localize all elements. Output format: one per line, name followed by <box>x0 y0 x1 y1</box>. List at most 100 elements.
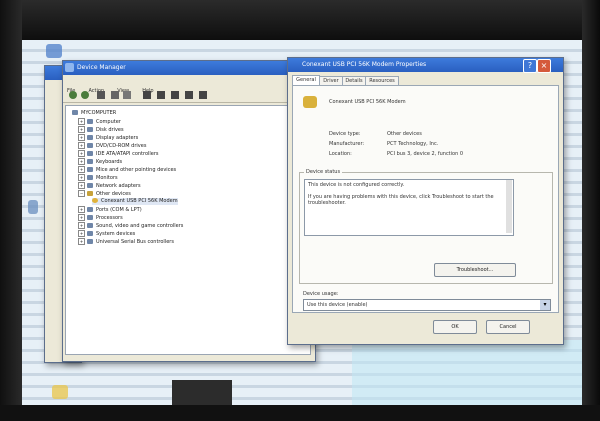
device-tree: MYCOMPUTER + Computer + Disk drives + Displ… <box>65 105 311 355</box>
tree-item-label: Processors <box>96 215 123 221</box>
ok-button[interactable]: OK <box>433 320 477 334</box>
device-manager-title: Device Manager <box>77 64 126 71</box>
expand-icon: + <box>78 158 85 165</box>
tree-item-label: Ports (COM & LPT) <box>96 207 142 213</box>
tree-root[interactable]: MYCOMPUTER <box>72 110 116 117</box>
status-scrollbar[interactable] <box>506 180 512 233</box>
sound-icon <box>87 223 93 228</box>
device-manager-window[interactable]: Device Manager File Action View Help <box>62 60 316 362</box>
tree-item-label: Network adapters <box>96 183 141 189</box>
expand-icon: + <box>78 118 85 125</box>
chevron-down-icon[interactable]: ▾ <box>540 300 550 310</box>
help-button[interactable]: ? <box>523 59 537 73</box>
location-value: PCI bus 3, device 2, function 0 <box>387 151 464 157</box>
up-icon[interactable] <box>97 91 105 99</box>
cdrom-icon <box>87 143 93 148</box>
background-object <box>172 380 232 405</box>
tree-item-label: Keyboards <box>96 159 123 165</box>
desktop: Device Manager File Action View Help <box>22 40 582 405</box>
device-type-value: Other devices <box>387 131 422 137</box>
keyboard-icon <box>87 159 93 164</box>
device-status-group: Device status This device is not configu… <box>299 169 553 284</box>
device-usage-label: Device usage: <box>303 291 339 297</box>
mouse-icon <box>87 167 93 172</box>
tree-item-dvd[interactable]: + DVD/CD-ROM drives <box>78 142 146 149</box>
tree-item-label: Mice and other pointing devices <box>96 167 177 173</box>
expand-icon: + <box>78 126 85 133</box>
monitor-bezel-right <box>582 0 600 421</box>
monitor-bezel-top <box>0 0 600 40</box>
tree-item-label: DVD/CD-ROM drives <box>96 143 147 149</box>
tree-item-system-devices[interactable]: + System devices <box>78 230 135 237</box>
monitor-bezel-left <box>0 0 22 421</box>
expand-icon: + <box>78 238 85 245</box>
properties-dialog[interactable]: Conexant USB PCI 56K Modem Properties × … <box>287 57 564 345</box>
location-label: Location: <box>329 151 352 157</box>
device-status-text[interactable]: This device is not configured correctly.… <box>304 179 514 236</box>
scan-hardware-icon[interactable] <box>143 91 151 99</box>
update-driver-icon[interactable] <box>157 91 165 99</box>
tree-item-mice[interactable]: + Mice and other pointing devices <box>78 166 176 173</box>
tree-item-sound[interactable]: + Sound, video and game controllers <box>78 222 183 229</box>
toolbar <box>63 88 315 103</box>
troubleshoot-button[interactable]: Troubleshoot... <box>434 263 516 277</box>
desktop-icon[interactable] <box>46 44 62 58</box>
device-usage-select[interactable]: Use this device (enable) ▾ <box>303 299 551 311</box>
tree-root-label: MYCOMPUTER <box>81 110 117 116</box>
tree-item-label: Universal Serial Bus controllers <box>96 239 174 245</box>
system-icon <box>87 231 93 236</box>
computer-icon <box>72 110 78 115</box>
cancel-button[interactable]: Cancel <box>486 320 530 334</box>
close-button[interactable]: × <box>537 59 551 73</box>
tree-item-label: Disk drives <box>96 127 124 133</box>
controller-icon <box>87 151 93 156</box>
tree-item-processors[interactable]: + Processors <box>78 214 123 221</box>
tree-item-disk-drives[interactable]: + Disk drives <box>78 126 124 133</box>
properties-icon[interactable] <box>111 91 119 99</box>
expand-icon: + <box>78 222 85 229</box>
expand-icon: + <box>78 230 85 237</box>
help-icon[interactable] <box>123 91 131 99</box>
collapse-icon: − <box>78 190 85 197</box>
tree-item-modem-selected[interactable]: Conexant USB PCI 56K Modem <box>92 198 178 205</box>
display-icon <box>87 135 93 140</box>
tab-general[interactable]: General <box>292 75 320 85</box>
network-icon <box>87 183 93 188</box>
tree-item-ide[interactable]: + IDE ATA/ATAPI controllers <box>78 150 159 157</box>
forward-icon[interactable] <box>81 91 89 99</box>
screen-glare <box>352 340 582 405</box>
device-manager-titlebar[interactable]: Device Manager <box>63 61 315 75</box>
tree-item-computer[interactable]: + Computer <box>78 118 121 125</box>
device-status-label: Device status <box>304 169 343 175</box>
status-line-2: If you are having problems with this dev… <box>308 194 494 206</box>
tree-item-keyboards[interactable]: + Keyboards <box>78 158 122 165</box>
properties-title: Conexant USB PCI 56K Modem Properties <box>302 61 427 68</box>
expand-icon: + <box>78 206 85 213</box>
port-icon <box>87 207 93 212</box>
uninstall-icon[interactable] <box>171 91 179 99</box>
computer-icon <box>65 63 74 72</box>
disk-icon <box>87 127 93 132</box>
tree-item-display-adapters[interactable]: + Display adapters <box>78 134 138 141</box>
disable-icon[interactable] <box>185 91 193 99</box>
status-line-1: This device is not configured correctly. <box>308 182 405 188</box>
desktop-icon[interactable] <box>28 200 38 214</box>
manufacturer-value: PCT Technology, Inc. <box>387 141 439 147</box>
enable-icon[interactable] <box>199 91 207 99</box>
expand-icon: + <box>78 214 85 221</box>
general-panel: Conexant USB PCI 56K Modem Device type: … <box>292 85 559 313</box>
expand-icon: + <box>78 134 85 141</box>
folder-icon[interactable] <box>52 385 68 399</box>
tree-item-other-devices[interactable]: − Other devices <box>78 190 131 197</box>
device-type-label: Device type: <box>329 131 361 137</box>
tree-item-usb[interactable]: + Universal Serial Bus controllers <box>78 238 174 245</box>
tree-item-label: Other devices <box>96 191 131 197</box>
processor-icon <box>87 215 93 220</box>
tree-item-ports[interactable]: + Ports (COM & LPT) <box>78 206 142 213</box>
back-icon[interactable] <box>69 91 77 99</box>
modem-icon <box>303 96 317 108</box>
expand-icon: + <box>78 166 85 173</box>
tree-item-monitors[interactable]: + Monitors <box>78 174 118 181</box>
tree-item-network-adapters[interactable]: + Network adapters <box>78 182 141 189</box>
other-devices-icon <box>87 191 93 196</box>
